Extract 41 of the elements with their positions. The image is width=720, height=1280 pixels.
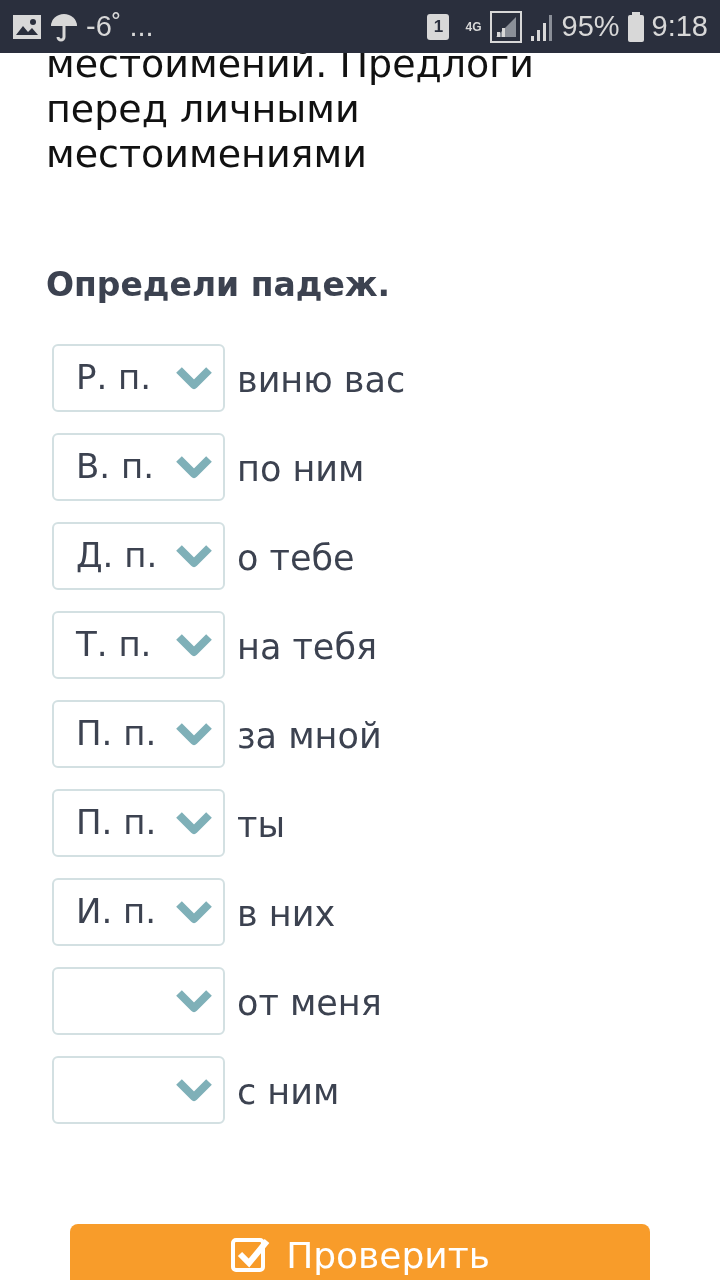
clock-text: 9:18 [651, 8, 708, 44]
chevron-down-icon [175, 899, 213, 924]
title-line: местоимений. Предлоги [46, 42, 534, 87]
phrase-text: о тебе [237, 536, 355, 580]
chevron-down-icon [175, 810, 213, 835]
dropdown-field[interactable]: П. п. [52, 788, 225, 857]
chevron-down-icon [175, 988, 213, 1013]
phrase-text: с ним [237, 1070, 340, 1114]
phrase-text: в них [237, 892, 336, 936]
umbrella-icon [50, 11, 78, 42]
battery-percent: 95% [561, 8, 620, 44]
chevron-down-icon [175, 454, 213, 479]
chevron-down-icon [175, 543, 213, 568]
phrase-text: от меня [237, 981, 382, 1025]
overflow-text: ... [129, 8, 154, 44]
sim-icon: 1 [427, 13, 450, 40]
dropdown-field[interactable]: Р. п. [52, 343, 225, 412]
battery-icon [627, 11, 644, 42]
title-line: местоимениями [46, 132, 367, 177]
phrase-text: за мной [237, 714, 382, 758]
dropdown-field[interactable] [52, 966, 225, 1035]
dropdown-field[interactable] [52, 1055, 225, 1124]
title-line: перед личными [46, 87, 360, 132]
phrase-text: ты [237, 803, 286, 847]
chevron-down-icon [175, 365, 213, 390]
dropdown-field[interactable]: Т. п. [52, 610, 225, 679]
dropdown-field[interactable]: П. п. [52, 699, 225, 768]
phrase-text: на тебя [237, 625, 378, 669]
chevron-down-icon [175, 1077, 213, 1102]
chevron-down-icon [175, 721, 213, 746]
dropdown-field[interactable]: Д. п. [52, 521, 225, 590]
network-type: 4G [465, 20, 482, 33]
dropdown-field[interactable]: И. п. [52, 877, 225, 946]
signal-icon [489, 10, 522, 43]
phrase-text: виню вас [237, 358, 406, 402]
image-icon [12, 13, 42, 40]
dropdown-field[interactable]: В. п. [52, 432, 225, 501]
chevron-down-icon [175, 632, 213, 657]
task-heading: Определи падеж. [46, 264, 391, 306]
phrase-text: по ним [237, 447, 365, 491]
temperature-text: -6˚ [86, 8, 122, 44]
